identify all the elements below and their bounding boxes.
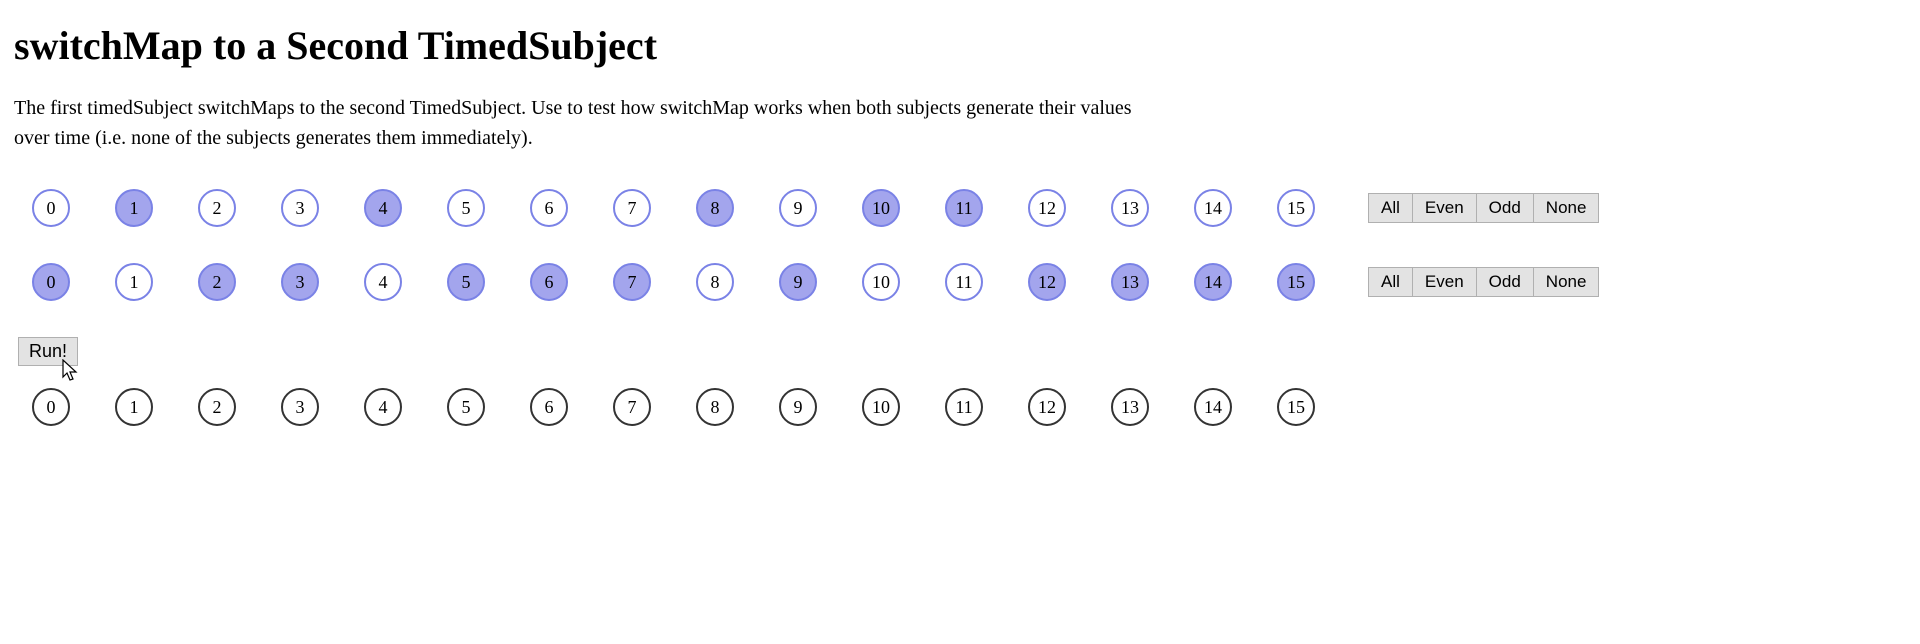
output-bubble: 8 (696, 388, 734, 426)
bubble-item[interactable]: 0 (32, 189, 70, 227)
output-bubble: 6 (530, 388, 568, 426)
bubble-item[interactable]: 5 (447, 189, 485, 227)
even-button[interactable]: Even (1413, 193, 1477, 223)
output-bubble: 14 (1194, 388, 1232, 426)
bubble-item[interactable]: 9 (779, 189, 817, 227)
bubble-item[interactable]: 7 (613, 263, 651, 301)
bubble-item[interactable]: 8 (696, 189, 734, 227)
output-bubble: 13 (1111, 388, 1149, 426)
bubble-item[interactable]: 12 (1028, 189, 1066, 227)
bubble-item[interactable]: 12 (1028, 263, 1066, 301)
bubble-item[interactable]: 3 (281, 189, 319, 227)
bubble-item[interactable]: 1 (115, 263, 153, 301)
bubble-item[interactable]: 10 (862, 189, 900, 227)
none-button[interactable]: None (1534, 267, 1600, 297)
subject-row-1: 0 1 2 3 4 5 6 7 8 9 10 11 12 13 14 15 Al… (14, 189, 1906, 227)
run-button[interactable]: Run! (18, 337, 78, 366)
bubble-item[interactable]: 3 (281, 263, 319, 301)
output-bubble-group: 0 1 2 3 4 5 6 7 8 9 10 11 12 13 14 15 (14, 388, 1315, 426)
none-button[interactable]: None (1534, 193, 1600, 223)
output-bubble: 10 (862, 388, 900, 426)
subject-row-2: 0 1 2 3 4 5 6 7 8 9 10 11 12 13 14 15 Al… (14, 263, 1906, 301)
output-bubble: 15 (1277, 388, 1315, 426)
bubble-group-2: 0 1 2 3 4 5 6 7 8 9 10 11 12 13 14 15 (14, 263, 1315, 301)
bubble-item[interactable]: 13 (1111, 189, 1149, 227)
bubble-item[interactable]: 1 (115, 189, 153, 227)
output-bubble: 11 (945, 388, 983, 426)
bubble-item[interactable]: 8 (696, 263, 734, 301)
output-row: 0 1 2 3 4 5 6 7 8 9 10 11 12 13 14 15 (14, 388, 1906, 426)
bubble-item[interactable]: 15 (1277, 263, 1315, 301)
output-bubble: 2 (198, 388, 236, 426)
bubble-item[interactable]: 2 (198, 263, 236, 301)
output-bubble: 9 (779, 388, 817, 426)
output-bubble: 12 (1028, 388, 1066, 426)
bubble-item[interactable]: 15 (1277, 189, 1315, 227)
bubble-item[interactable]: 10 (862, 263, 900, 301)
bubble-item[interactable]: 4 (364, 263, 402, 301)
bubble-item[interactable]: 7 (613, 189, 651, 227)
bubble-item[interactable]: 9 (779, 263, 817, 301)
output-bubble: 0 (32, 388, 70, 426)
output-bubble: 1 (115, 388, 153, 426)
bubble-item[interactable]: 4 (364, 189, 402, 227)
bubble-item[interactable]: 11 (945, 189, 983, 227)
output-bubble: 7 (613, 388, 651, 426)
bubble-item[interactable]: 6 (530, 263, 568, 301)
filter-buttons-1: All Even Odd None (1368, 193, 1599, 223)
bubble-item[interactable]: 13 (1111, 263, 1149, 301)
output-bubble: 3 (281, 388, 319, 426)
bubble-item[interactable]: 6 (530, 189, 568, 227)
bubble-group-1: 0 1 2 3 4 5 6 7 8 9 10 11 12 13 14 15 (14, 189, 1315, 227)
bubble-item[interactable]: 11 (945, 263, 983, 301)
all-button[interactable]: All (1368, 267, 1413, 297)
filter-buttons-2: All Even Odd None (1368, 267, 1599, 297)
bubble-item[interactable]: 5 (447, 263, 485, 301)
bubble-item[interactable]: 0 (32, 263, 70, 301)
page-description: The first timedSubject switchMaps to the… (14, 93, 1154, 153)
even-button[interactable]: Even (1413, 267, 1477, 297)
bubble-item[interactable]: 14 (1194, 189, 1232, 227)
odd-button[interactable]: Odd (1477, 193, 1534, 223)
all-button[interactable]: All (1368, 193, 1413, 223)
odd-button[interactable]: Odd (1477, 267, 1534, 297)
output-bubble: 5 (447, 388, 485, 426)
page-title: switchMap to a Second TimedSubject (14, 22, 1906, 69)
output-bubble: 4 (364, 388, 402, 426)
bubble-item[interactable]: 14 (1194, 263, 1232, 301)
bubble-item[interactable]: 2 (198, 189, 236, 227)
